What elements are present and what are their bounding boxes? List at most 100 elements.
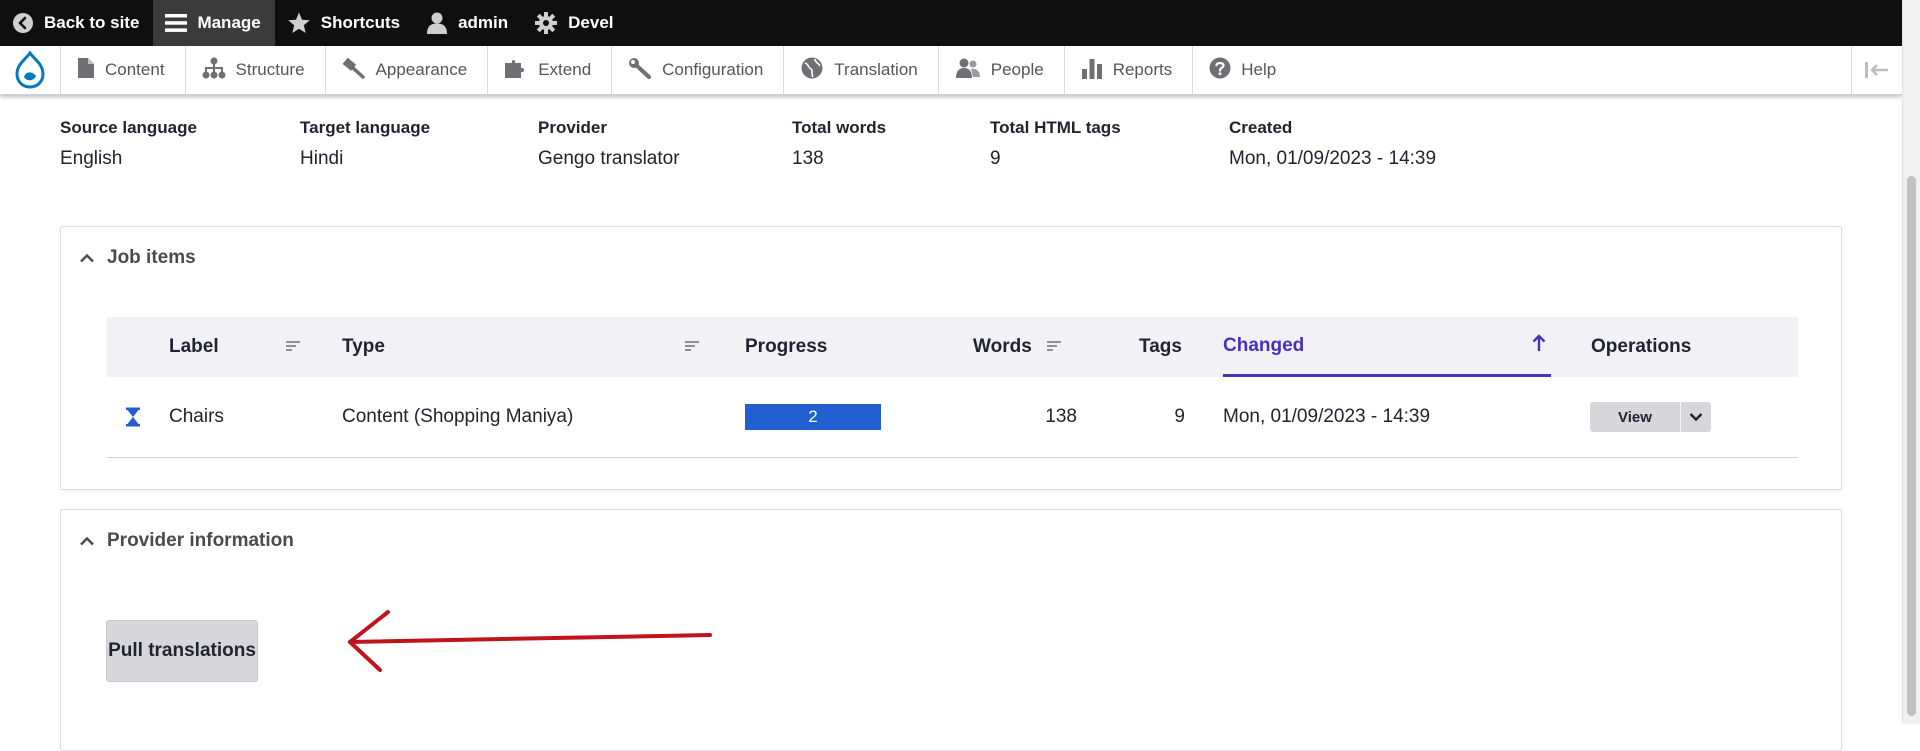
- tray-item-content[interactable]: Content: [60, 46, 185, 94]
- shortcuts-tab[interactable]: Shortcuts: [275, 0, 414, 46]
- tray-item-structure[interactable]: Structure: [184, 46, 325, 94]
- page-scrollbar[interactable]: [1902, 0, 1920, 724]
- summary-label: Created: [1229, 118, 1293, 137]
- job-items-toggle[interactable]: Job items: [79, 247, 196, 269]
- chevron-up-icon: [79, 530, 95, 552]
- column-header-operations: Operations: [1591, 317, 1691, 377]
- annotation-arrow-icon: [348, 610, 712, 672]
- back-to-site-label: Back to site: [44, 13, 140, 32]
- user-icon: [426, 11, 448, 35]
- tray-item-people-label: People: [990, 60, 1044, 79]
- job-items-title: Job items: [107, 247, 196, 268]
- back-to-site-link[interactable]: Back to site: [0, 0, 153, 46]
- column-header-words[interactable]: Words: [973, 317, 1062, 377]
- row-words: 138: [1045, 406, 1077, 427]
- globe-icon: [800, 56, 824, 85]
- row-operations: View: [1590, 377, 1711, 457]
- view-button[interactable]: View: [1590, 402, 1681, 432]
- column-header-changed[interactable]: Changed: [1223, 317, 1551, 377]
- tray-item-content-label: Content: [105, 60, 165, 79]
- progress-bar: 2: [745, 404, 881, 430]
- people-icon: [955, 57, 981, 84]
- row-progress: 2: [745, 377, 881, 457]
- tray-item-configuration-label: Configuration: [662, 60, 764, 79]
- summary-value: Hindi: [300, 148, 344, 169]
- summary-target-language: Target language Hindi: [300, 118, 430, 170]
- menu-icon: [165, 13, 188, 33]
- summary-label: Source language: [60, 118, 197, 137]
- tray-item-help[interactable]: Help: [1192, 46, 1296, 94]
- chevron-down-icon: [1689, 406, 1703, 428]
- row-tags: 9: [1174, 406, 1185, 427]
- manage-label: Manage: [197, 13, 261, 32]
- puzzle-icon: [504, 57, 528, 84]
- summary-label: Total words: [792, 118, 887, 137]
- column-type-text: Type: [342, 336, 385, 357]
- provider-information-title: Provider information: [107, 530, 294, 551]
- column-progress-text: Progress: [745, 336, 828, 357]
- page-icon: [77, 57, 95, 84]
- scrollbar-thumb[interactable]: [1907, 176, 1916, 716]
- drupal-logo-icon[interactable]: [0, 46, 60, 94]
- summary-total-html-tags: Total HTML tags 9: [990, 118, 1121, 170]
- job-items-table-header: Label Type Progress Words Tags Changed O…: [107, 317, 1798, 377]
- summary-label: Total HTML tags: [990, 118, 1121, 137]
- tray-item-extend[interactable]: Extend: [487, 46, 611, 94]
- pull-translations-button[interactable]: Pull translations: [106, 620, 258, 682]
- summary-value: English: [60, 148, 123, 169]
- column-changed-text: Changed: [1223, 334, 1305, 356]
- table-row: Chairs Content (Shopping Maniya) 2 138 9…: [107, 377, 1798, 458]
- admin-tray: Content Structure Appearance Extend Conf…: [0, 46, 1902, 95]
- paintbrush-icon: [342, 57, 366, 84]
- devel-tab[interactable]: Devel: [522, 0, 627, 46]
- sitemap-icon: [202, 57, 226, 84]
- provider-information-toggle[interactable]: Provider information: [79, 530, 294, 552]
- shortcuts-label: Shortcuts: [320, 13, 401, 32]
- summary-value: 138: [792, 148, 824, 169]
- operations-toggle[interactable]: [1681, 402, 1711, 432]
- user-tab[interactable]: admin: [414, 0, 522, 46]
- summary-value: 9: [990, 148, 1001, 169]
- row-changed: Mon, 01/09/2023 - 14:39: [1223, 406, 1431, 427]
- tray-item-appearance-label: Appearance: [375, 60, 468, 79]
- column-tags-text: Tags: [1139, 336, 1182, 357]
- sort-ascending-arrow-icon: [1531, 333, 1547, 359]
- sort-icon: [1046, 336, 1062, 358]
- tray-item-translation[interactable]: Translation: [783, 46, 937, 94]
- pending-hourglass-icon: [125, 377, 141, 457]
- wrench-icon: [628, 57, 652, 84]
- tray-item-extend-label: Extend: [538, 60, 592, 79]
- tray-item-appearance[interactable]: Appearance: [324, 46, 488, 94]
- summary-value: Gengo translator: [538, 148, 680, 169]
- tray-item-structure-label: Structure: [235, 60, 305, 79]
- tray-item-reports[interactable]: Reports: [1063, 46, 1193, 94]
- back-arrow-icon: [12, 12, 34, 34]
- summary-total-words: Total words 138: [792, 118, 886, 170]
- tray-item-help-label: Help: [1241, 60, 1277, 79]
- column-header-label[interactable]: Label: [169, 317, 319, 377]
- tray-item-configuration[interactable]: Configuration: [611, 46, 783, 94]
- row-label[interactable]: Chairs: [169, 377, 224, 457]
- manage-tab[interactable]: Manage: [153, 0, 275, 46]
- summary-value: Mon, 01/09/2023 - 14:39: [1229, 148, 1437, 169]
- tray-item-people[interactable]: People: [937, 46, 1064, 94]
- summary-created: Created Mon, 01/09/2023 - 14:39: [1229, 118, 1436, 170]
- row-type: Content (Shopping Maniya): [342, 406, 574, 427]
- star-icon: [287, 11, 311, 35]
- summary-label: Provider: [538, 118, 607, 137]
- chevron-up-icon: [79, 247, 95, 269]
- admin-toolbar: Back to site Manage Shortcuts admin Deve…: [0, 0, 1920, 46]
- column-header-progress: Progress: [745, 317, 827, 377]
- provider-information-card: Provider information Pull translations: [60, 509, 1842, 751]
- tray-item-reports-label: Reports: [1112, 60, 1173, 79]
- summary-source-language: Source language English: [60, 118, 197, 170]
- summary-provider: Provider Gengo translator: [538, 118, 680, 170]
- help-icon: [1209, 57, 1231, 84]
- collapse-tray-icon[interactable]: [1851, 46, 1902, 94]
- column-operations-text: Operations: [1591, 336, 1692, 357]
- column-header-tags: Tags: [1139, 317, 1182, 377]
- tray-item-translation-label: Translation: [834, 60, 918, 79]
- column-header-type[interactable]: Type: [342, 317, 707, 377]
- operations-dropbutton: View: [1590, 402, 1711, 432]
- column-words-text: Words: [973, 336, 1032, 357]
